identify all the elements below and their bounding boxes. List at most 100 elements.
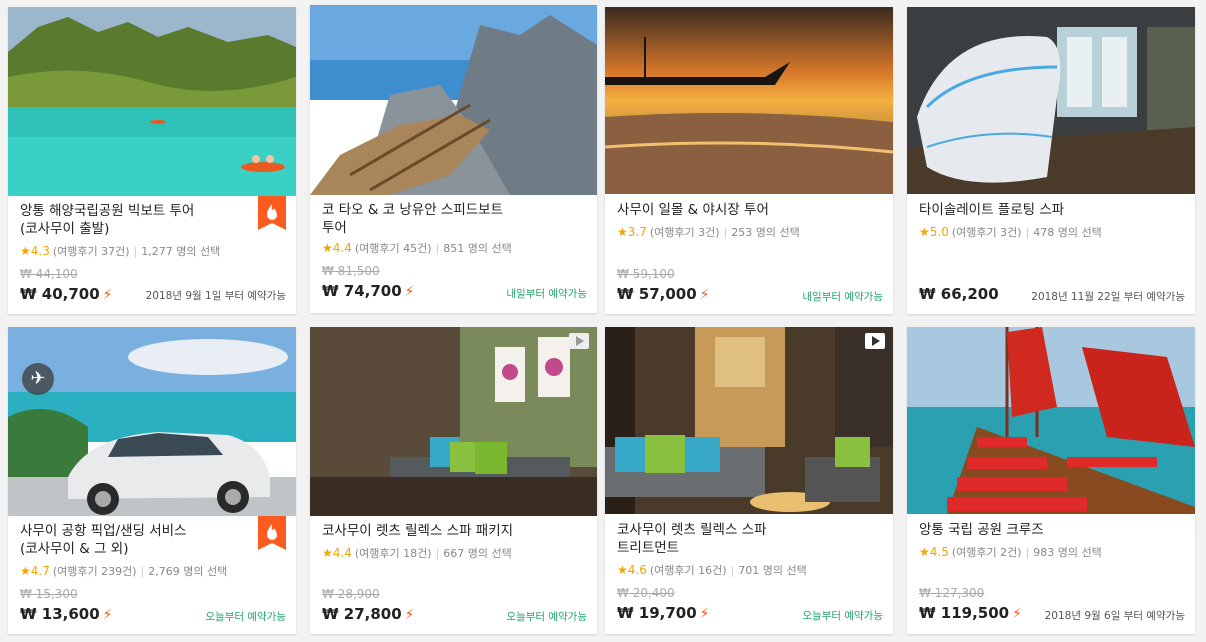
product-card-bigboat-tour[interactable]: 앙통 해양국립공원 빅보트 투어 (코사무이 출발) ★4.3 (여행후기 37건…: [8, 7, 296, 314]
sale-price: ₩ 66,200: [919, 285, 999, 303]
review-count: (여행후기 3건): [951, 226, 1022, 239]
product-card-spa-package[interactable]: 코사무이 렛츠 릴렉스 스파 패키지 ★4.4 (여행후기 18건) | 667 명의…: [310, 327, 597, 634]
lightning-icon: ⚡: [404, 607, 415, 623]
star-icon: ★: [322, 546, 333, 560]
rating-score: 4.7: [30, 564, 50, 578]
lightning-icon: ⚡: [1012, 606, 1022, 622]
product-card-park-cruise[interactable]: 앙통 국립 공원 크루즈 ★4.5 (여행후기 2건) | 983 명의 선택 ₩ 1…: [907, 327, 1195, 634]
original-price: ₩ 59,100: [617, 267, 675, 281]
availability-text: 2018년 9월 1일 부터 예약가능: [145, 290, 286, 302]
product-title[interactable]: 앙통 해양국립공원 빅보트 투어 (코사무이 출발): [20, 202, 254, 238]
sale-price-row: ₩ 27,800 ⚡: [322, 605, 415, 623]
sale-price-row: ₩ 66,200: [919, 285, 999, 303]
star-icon: ★: [919, 545, 930, 559]
fire-icon: [258, 516, 286, 550]
rating-score: 4.4: [332, 241, 352, 255]
sale-price: ₩ 19,700: [617, 604, 697, 622]
choice-count: 667 명의 선택: [443, 547, 512, 560]
rating-score: 5.0: [929, 225, 949, 239]
product-image[interactable]: [907, 327, 1195, 514]
fire-icon: [258, 196, 286, 230]
review-count: (여행후기 37건): [52, 245, 130, 258]
product-image[interactable]: [605, 327, 893, 514]
availability-text: 오늘부터 예약가능: [506, 611, 587, 623]
sale-price: ₩ 74,700: [322, 282, 402, 300]
star-icon: ★: [322, 241, 333, 255]
rating-score: 4.3: [30, 244, 50, 258]
sale-price-row: ₩ 19,700 ⚡: [617, 604, 710, 622]
product-card-speedboat-tour[interactable]: 코 타오 & 코 낭유안 스피드보트 투어 ★4.4 (여행후기 45건) | 851…: [310, 5, 597, 313]
sale-price-row: ₩ 57,000 ⚡: [617, 285, 710, 303]
rating-row: ★4.4 (여행후기 45건) | 851 명의 선택: [322, 241, 512, 255]
review-count: (여행후기 16건): [649, 564, 727, 577]
availability-text: 오늘부터 예약가능: [205, 611, 286, 623]
rating-row: ★3.7 (여행후기 3건) | 253 명의 선택: [617, 225, 800, 239]
original-price: ₩ 44,100: [20, 267, 78, 281]
play-video-icon[interactable]: [569, 333, 589, 349]
rating-score: 3.7: [627, 225, 647, 239]
choice-count: 478 명의 선택: [1033, 226, 1102, 239]
rating-score: 4.6: [627, 563, 647, 577]
sale-price: ₩ 40,700: [20, 285, 100, 303]
product-image[interactable]: [8, 7, 296, 196]
choice-count: 983 명의 선택: [1033, 546, 1102, 559]
original-price: ₩ 28,900: [322, 587, 380, 601]
lightning-icon: ⚡: [699, 606, 710, 622]
star-icon: ★: [20, 564, 31, 578]
sale-price: ₩ 119,500: [919, 604, 1010, 622]
product-title[interactable]: 사무이 일몰 & 야시장 투어: [617, 201, 851, 219]
choice-count: 2,769 명의 선택: [148, 565, 228, 578]
original-price: ₩ 81,500: [322, 264, 380, 278]
rating-row: ★4.3 (여행후기 37건) | 1,277 명의 선택: [20, 244, 221, 258]
review-count: (여행후기 18건): [354, 547, 432, 560]
rating-row: ★4.4 (여행후기 18건) | 667 명의 선택: [322, 546, 512, 560]
original-price: ₩ 127,300: [919, 586, 985, 600]
product-image[interactable]: [605, 7, 893, 194]
choice-count: 701 명의 선택: [738, 564, 807, 577]
choice-count: 851 명의 선택: [443, 242, 512, 255]
review-count: (여행후기 45건): [354, 242, 432, 255]
product-image[interactable]: [310, 327, 597, 516]
availability-text: 2018년 9월 6일 부터 예약가능: [1044, 610, 1185, 622]
product-title[interactable]: 사무이 공항 픽업/샌딩 서비스 (코사무이 & 그 외): [20, 522, 254, 558]
availability-text: 오늘부터 예약가능: [802, 610, 883, 622]
lightning-icon: ⚡: [102, 607, 113, 623]
sale-price-row: ₩ 74,700 ⚡: [322, 282, 415, 300]
availability-text: 내일부터 예약가능: [802, 291, 883, 303]
product-card-floating-spa[interactable]: 타이솔레이트 플로팅 스파 ★5.0 (여행후기 3건) | 478 명의 선택 ₩ …: [907, 7, 1195, 314]
product-title[interactable]: 코사무이 렛츠 릴렉스 스파 패키지: [322, 522, 555, 540]
sale-price: ₩ 13,600: [20, 605, 100, 623]
choice-count: 1,277 명의 선택: [141, 245, 221, 258]
review-count: (여행후기 3건): [649, 226, 720, 239]
product-image[interactable]: [907, 7, 1195, 194]
lightning-icon: ⚡: [699, 287, 710, 303]
rating-score: 4.5: [929, 545, 949, 559]
sale-price: ₩ 27,800: [322, 605, 402, 623]
product-card-airport-pickup[interactable]: ✈ 사무이 공항 픽업/샌딩 서비스 (코사무이 & 그 외) ★4.7 (여행후…: [8, 327, 296, 634]
product-image[interactable]: [310, 5, 597, 195]
product-title[interactable]: 코사무이 렛츠 릴렉스 스파 트리트먼트: [617, 521, 851, 557]
sale-price: ₩ 57,000: [617, 285, 697, 303]
star-icon: ★: [20, 244, 31, 258]
availability-text: 내일부터 예약가능: [506, 288, 587, 300]
sale-price-row: ₩ 13,600 ⚡: [20, 605, 113, 623]
choice-count: 253 명의 선택: [731, 226, 800, 239]
review-count: (여행후기 2건): [951, 546, 1022, 559]
product-card-sunset-tour[interactable]: 사무이 일몰 & 야시장 투어 ★3.7 (여행후기 3건) | 253 명의 선택 …: [605, 7, 893, 314]
product-title[interactable]: 앙통 국립 공원 크루즈: [919, 521, 1153, 539]
rating-row: ★5.0 (여행후기 3건) | 478 명의 선택: [919, 225, 1102, 239]
product-card-spa-treatment[interactable]: 코사무이 렛츠 릴렉스 스파 트리트먼트 ★4.6 (여행후기 16건) | 701 …: [605, 327, 893, 634]
rating-row: ★4.6 (여행후기 16건) | 701 명의 선택: [617, 563, 807, 577]
original-price: ₩ 15,300: [20, 587, 78, 601]
product-title[interactable]: 타이솔레이트 플로팅 스파: [919, 201, 1153, 219]
lightning-icon: ⚡: [404, 284, 415, 300]
play-video-icon[interactable]: [865, 333, 885, 349]
sale-price-row: ₩ 40,700 ⚡: [20, 285, 113, 303]
sale-price-row: ₩ 119,500 ⚡: [919, 604, 1022, 622]
airplane-icon: ✈: [22, 363, 54, 395]
product-image[interactable]: [8, 327, 296, 516]
lightning-icon: ⚡: [102, 287, 113, 303]
original-price: ₩ 20,400: [617, 586, 675, 600]
product-title[interactable]: 코 타오 & 코 낭유안 스피드보트 투어: [322, 201, 555, 237]
star-icon: ★: [617, 225, 628, 239]
